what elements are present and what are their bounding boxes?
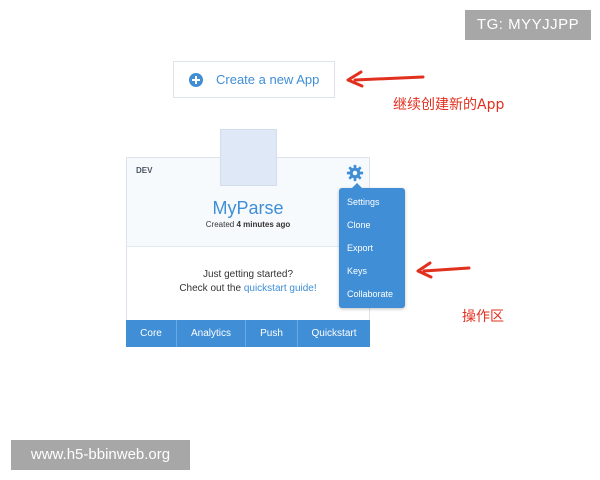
tab-push[interactable]: Push [246,320,298,347]
screen: Dashboard TG: MYYJJPP Create a new App 继… [0,0,600,480]
checkout-line: Check out the quickstart guide! [127,282,369,296]
app-tabs: Core Analytics Push Quickstart [126,320,370,347]
create-app-label: Create a new App [216,72,320,87]
site-watermark: www.h5-bbinweb.org [11,440,190,470]
getting-started-text: Just getting started? Check out the quic… [127,268,369,296]
menu-item-export[interactable]: Export [339,237,405,260]
menu-item-settings[interactable]: Settings [339,191,405,214]
app-name[interactable]: MyParse [127,198,369,219]
create-app-button[interactable]: Create a new App [173,61,335,98]
annotation-create: 继续创建新的App [393,97,505,113]
quickstart-link[interactable]: quickstart guide! [244,283,317,294]
header-title: Dashboard [41,40,559,50]
arrow-create-icon [346,70,425,88]
plus-circle-icon [189,72,203,87]
gear-icon[interactable] [346,164,364,182]
menu-item-collaborate[interactable]: Collaborate [339,283,405,306]
menu-item-keys[interactable]: Keys [339,260,405,283]
app-card: DEV MyParse Created 4 minutes ago Just g… [126,129,370,347]
annotation-operations: 操作区 [462,309,504,325]
settings-dropdown: Settings Clone Export Keys Collaborate [339,183,405,308]
created-prefix: Created [205,220,235,229]
app-thumbnail [220,129,277,186]
getting-started-line: Just getting started? [202,269,294,280]
app-created: Created 4 minutes ago [127,220,369,229]
arrow-ops-icon [416,261,471,279]
tab-analytics[interactable]: Analytics [177,320,246,347]
tab-quickstart[interactable]: Quickstart [298,320,370,347]
header-bar: Dashboard [41,40,559,58]
checkout-prefix: Check out the [179,283,242,294]
created-time: 4 minutes ago [236,220,291,229]
env-label: DEV [136,166,153,175]
tab-core[interactable]: Core [126,320,177,347]
tg-watermark: TG: MYYJJPP [465,10,591,40]
menu-item-clone[interactable]: Clone [339,214,405,237]
